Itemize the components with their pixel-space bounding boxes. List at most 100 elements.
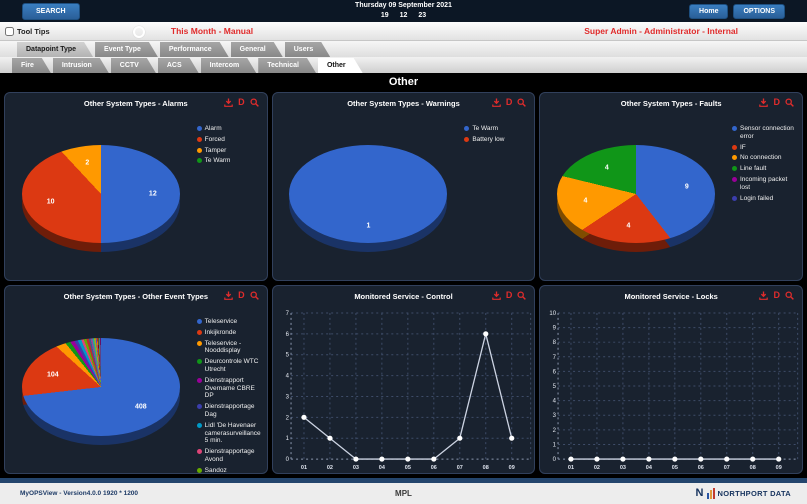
legend-item: Inkijkronde <box>197 329 263 337</box>
tooltips-label: Tool Tips <box>17 27 50 36</box>
legend-item: Dienstrapportage Avond <box>197 448 263 464</box>
svg-text:08: 08 <box>750 465 756 471</box>
tab-technical[interactable]: Technical <box>258 58 316 73</box>
chart-panel: Other System Types - Other Event Types D… <box>4 285 268 474</box>
brand-name: NORTHPORT DATA <box>718 489 792 498</box>
legend-dot-icon <box>197 359 202 364</box>
export-download-icon[interactable] <box>759 98 768 107</box>
svg-text:05: 05 <box>672 465 678 471</box>
tab-fire[interactable]: Fire <box>12 58 51 73</box>
svg-text:1: 1 <box>553 442 557 448</box>
legend-label: Forced <box>205 136 225 144</box>
time-label: 19 12 23 <box>355 11 452 21</box>
tab-cctv[interactable]: CCTV <box>111 58 156 73</box>
svg-text:09: 09 <box>776 465 782 471</box>
zoom-icon[interactable] <box>785 98 794 107</box>
zoom-icon[interactable] <box>517 98 526 107</box>
chart-legend: TeleserviceInkijkrondeTeleservice - Nood… <box>197 306 267 473</box>
svg-text:03: 03 <box>620 465 626 471</box>
data-view-icon[interactable]: D <box>506 291 513 300</box>
legend-label: Teleservice - Nooddisplay <box>205 340 263 356</box>
brand-logo: N NORTHPORT DATA <box>696 488 791 499</box>
legend-dot-icon <box>732 145 737 150</box>
pie-chart <box>557 145 715 243</box>
legend-dot-icon <box>732 155 737 160</box>
data-view-icon[interactable]: D <box>506 98 513 107</box>
legend-dot-icon <box>732 166 737 171</box>
svg-text:6: 6 <box>285 332 289 338</box>
legend-label: Incoming packet lost <box>740 176 798 192</box>
legend-label: Dienstrapportage Avond <box>205 448 263 464</box>
slice-value-label: 10 <box>47 199 55 206</box>
data-view-icon[interactable]: D <box>238 98 245 107</box>
date-label: Thursday 09 September 2021 <box>355 1 452 11</box>
tooltips-checkbox[interactable] <box>5 27 14 36</box>
period-label: This Month - Manual <box>171 26 253 36</box>
legend-item: Sandoz camerasurveillance 5 min. nacht <box>197 467 263 473</box>
svg-text:04: 04 <box>646 465 653 471</box>
tab-acs[interactable]: ACS <box>158 58 199 73</box>
svg-text:01: 01 <box>568 465 574 471</box>
svg-text:2: 2 <box>285 415 289 421</box>
export-download-icon[interactable] <box>224 98 233 107</box>
export-download-icon[interactable] <box>759 291 768 300</box>
data-view-icon[interactable]: D <box>773 98 780 107</box>
legend-label: Dienstrapport Overname CBRE DP <box>205 377 263 400</box>
tab-event-type[interactable]: Event Type <box>95 42 158 57</box>
svg-text:5: 5 <box>285 353 289 359</box>
brand-n-icon: N <box>696 488 704 499</box>
legend-label: Line fault <box>740 165 766 173</box>
legend-dot-icon <box>197 449 202 454</box>
tabs-primary-row: Datapoint TypeEvent TypePerformanceGener… <box>0 41 807 57</box>
svg-text:3: 3 <box>553 413 557 419</box>
export-download-icon[interactable] <box>492 98 501 107</box>
legend-label: Tamper <box>205 147 227 155</box>
zoom-icon[interactable] <box>250 291 259 300</box>
tab-general[interactable]: General <box>231 42 283 57</box>
legend-label: Te Warm <box>205 157 231 165</box>
legend-label: Login failed <box>740 195 773 203</box>
legend-dot-icon <box>464 126 469 131</box>
slice-value-label: 4 <box>584 198 588 205</box>
tab-other[interactable]: Other <box>318 58 363 73</box>
tab-datapoint-type[interactable]: Datapoint Type <box>17 42 93 57</box>
svg-text:0: 0 <box>285 457 289 463</box>
zoom-icon[interactable] <box>517 291 526 300</box>
export-download-icon[interactable] <box>224 291 233 300</box>
tooltips-toggle[interactable]: Tool Tips <box>5 27 50 36</box>
footer-bar: MyOPSView - Version4.0.0 1920 * 1200 MPL… <box>0 483 807 504</box>
search-button[interactable]: SEARCH <box>22 3 80 20</box>
chart-area: 01234567010203040506070809 <box>273 306 535 473</box>
legend-item: Battery low <box>464 136 530 144</box>
svg-text:05: 05 <box>404 465 410 471</box>
legend-dot-icon <box>197 126 202 131</box>
legend-item: IF <box>732 144 798 152</box>
svg-text:07: 07 <box>456 465 462 471</box>
chart-legend: Sensor connection errorIFNo connectionLi… <box>732 113 802 280</box>
svg-text:4: 4 <box>553 399 557 405</box>
svg-text:04: 04 <box>378 465 385 471</box>
export-download-icon[interactable] <box>492 291 501 300</box>
legend-item: Lidl 'De Havenaer camerasurveillance 5 m… <box>197 422 263 445</box>
zoom-icon[interactable] <box>785 291 794 300</box>
legend-label: Battery low <box>472 136 504 144</box>
legend-dot-icon <box>197 158 202 163</box>
chart-area: 012345678910010203040506070809 <box>540 306 802 473</box>
options-button[interactable]: OPTIONS <box>733 4 785 19</box>
data-view-icon[interactable]: D <box>238 291 245 300</box>
legend-item: Te Warm <box>197 157 263 165</box>
slice-value-label: 104 <box>47 371 59 378</box>
chart-area: 1Te WarmBattery low <box>273 113 535 280</box>
legend-dot-icon <box>732 177 737 182</box>
legend-dot-icon <box>464 137 469 142</box>
tab-performance[interactable]: Performance <box>160 42 229 57</box>
tab-intercom[interactable]: Intercom <box>201 58 257 73</box>
zoom-icon[interactable] <box>250 98 259 107</box>
tab-intrusion[interactable]: Intrusion <box>53 58 109 73</box>
tab-users[interactable]: Users <box>285 42 330 57</box>
slice-value-label: 4 <box>626 222 630 229</box>
data-view-icon[interactable]: D <box>773 291 780 300</box>
svg-text:07: 07 <box>724 465 730 471</box>
home-button[interactable]: Home <box>689 4 728 19</box>
chart-legend: AlarmForcedTamperTe Warm <box>197 113 267 280</box>
